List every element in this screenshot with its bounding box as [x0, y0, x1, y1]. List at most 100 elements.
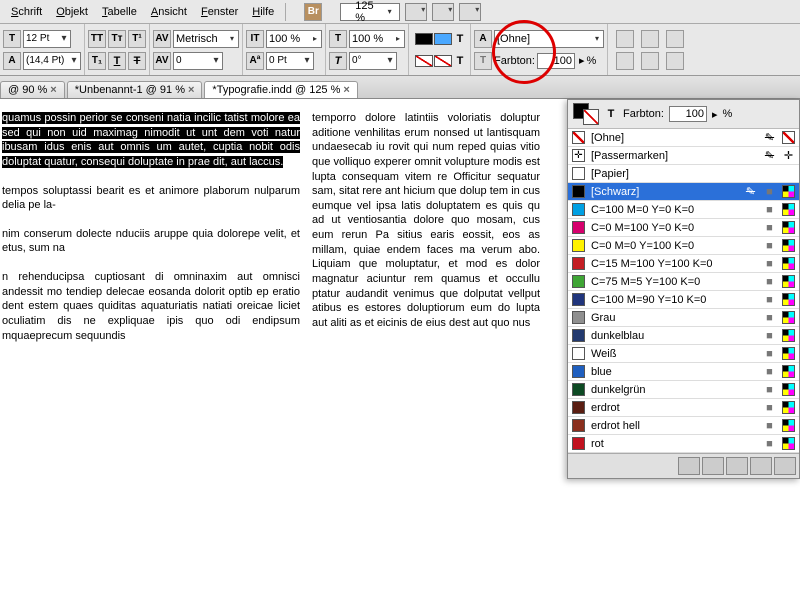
screen-mode-icon[interactable] — [405, 3, 427, 21]
paragraph[interactable]: nim conserum dolecte nduciis aruppe quia… — [2, 227, 300, 256]
menu-ansicht[interactable]: Ansicht — [144, 6, 194, 18]
strike-icon[interactable]: T — [128, 52, 146, 70]
swatch-row[interactable]: blue■ — [568, 363, 799, 381]
menu-hilfe[interactable]: Hilfe — [245, 6, 281, 18]
document-tabs: @ 90 %× *Unbenannt-1 @ 91 %× *Typografie… — [0, 76, 800, 99]
menu-fenster[interactable]: Fenster — [194, 6, 245, 18]
tab-2[interactable]: *Typografie.indd @ 125 %× — [204, 81, 357, 98]
superscript-icon[interactable]: T¹ — [128, 30, 146, 48]
panel-stroke-swatch[interactable] — [583, 109, 599, 125]
align-right-icon[interactable] — [666, 30, 684, 48]
view-options-icon[interactable] — [459, 3, 481, 21]
swatch-row[interactable]: Weiß■ — [568, 345, 799, 363]
new-swatch-icon[interactable] — [750, 457, 772, 475]
skew-input[interactable]: 0°▾ — [349, 52, 397, 70]
fill-swap[interactable] — [434, 33, 452, 45]
swatch-name: C=100 M=90 Y=10 K=0 — [591, 294, 757, 306]
stroke-swatch[interactable] — [415, 55, 433, 67]
arrange-icon[interactable] — [432, 3, 454, 21]
swatch-row[interactable]: C=15 M=100 Y=100 K=0■ — [568, 255, 799, 273]
swatch-row[interactable]: erdrot■ — [568, 399, 799, 417]
allcaps-icon[interactable]: TT — [88, 30, 106, 48]
tab-0[interactable]: @ 90 %× — [0, 81, 65, 98]
justify-right-icon[interactable] — [666, 52, 684, 70]
text-column-right[interactable]: temporro dolore latintiis voloriatis dol… — [310, 99, 550, 600]
menubar: Schrift Objekt Tabelle Ansicht Fenster H… — [0, 0, 800, 24]
selected-text[interactable]: quamus possin perior se conseni natia in… — [2, 112, 300, 168]
tint-unit: % — [587, 55, 597, 67]
swatch-row[interactable]: C=100 M=0 Y=0 K=0■ — [568, 201, 799, 219]
swatch-name: [Ohne] — [591, 132, 757, 144]
paragraph[interactable]: n rehenducipsa cuptiosant di omninaxim a… — [2, 270, 300, 343]
swatch-name: C=0 M=100 Y=0 K=0 — [591, 222, 757, 234]
zoom-select[interactable]: 125 %▾ — [340, 3, 400, 21]
bridge-icon[interactable]: Br — [304, 3, 322, 21]
swatch-row[interactable]: rot■ — [568, 435, 799, 453]
paragraph[interactable]: tempos soluptassi bearit es et animore p… — [2, 184, 300, 213]
fill-swatch[interactable] — [415, 33, 433, 45]
delete-swatch-icon[interactable] — [774, 457, 796, 475]
align-center-icon[interactable] — [641, 30, 659, 48]
menu-schrift[interactable]: Schrift — [4, 6, 49, 18]
swatch-row[interactable]: C=0 M=100 Y=0 K=0 ■ — [568, 219, 799, 237]
paragraph[interactable]: temporro dolore latintiis voloriatis dol… — [312, 111, 540, 330]
close-icon[interactable]: × — [343, 84, 349, 96]
cmyk-icon — [782, 329, 795, 342]
swatch-row[interactable]: C=100 M=90 Y=10 K=0 ■ — [568, 291, 799, 309]
swatch-row[interactable]: [Ohne]✎ — [568, 129, 799, 147]
spot-icon: ■ — [763, 383, 776, 396]
swatch-row[interactable]: [Papier] — [568, 165, 799, 183]
cmyk-icon — [782, 275, 795, 288]
stroke-swap[interactable] — [434, 55, 452, 67]
tracking-input[interactable]: 0▾ — [173, 52, 223, 70]
smallcaps-icon[interactable]: Tᴛ — [108, 30, 126, 48]
cmyk-icon — [782, 293, 795, 306]
font-size-input[interactable]: 12 Pt▾ — [23, 30, 71, 48]
swatch-row[interactable]: dunkelblau■ — [568, 327, 799, 345]
spot-icon: ■ — [763, 293, 776, 306]
menu-objekt[interactable]: Objekt — [49, 6, 95, 18]
show-gradient-icon[interactable] — [726, 457, 748, 475]
lock-icon: ✎ — [763, 149, 776, 162]
tab-1[interactable]: *Unbenannt-1 @ 91 %× — [67, 81, 203, 98]
spot-icon: ■ — [763, 419, 776, 432]
tint-input[interactable]: 100 — [537, 53, 575, 69]
underline-icon[interactable]: T — [108, 52, 126, 70]
vscale-input[interactable]: 100 %▸ — [266, 30, 322, 48]
spot-icon: ■ — [763, 275, 776, 288]
menu-tabelle[interactable]: Tabelle — [95, 6, 144, 18]
swatch-chip — [572, 221, 585, 234]
spot-icon: ■ — [763, 221, 776, 234]
swatch-chip — [572, 419, 585, 432]
swatch-chip — [572, 311, 585, 324]
align-left-icon[interactable] — [616, 30, 634, 48]
justify-left-icon[interactable] — [616, 52, 634, 70]
swatch-row[interactable]: Grau■ — [568, 309, 799, 327]
close-icon[interactable]: × — [188, 84, 194, 96]
apply-to-text-icon[interactable]: T — [453, 32, 467, 46]
swatch-row[interactable]: [Passermarken]✎✛ — [568, 147, 799, 165]
show-all-icon[interactable] — [678, 457, 700, 475]
cmyk-icon — [782, 203, 795, 216]
apply-text-icon[interactable]: T — [604, 107, 618, 121]
swatch-row[interactable]: dunkelgrün■ — [568, 381, 799, 399]
kerning-input[interactable]: Metrisch▾ — [173, 30, 239, 48]
panel-tint-input[interactable]: 100 — [669, 106, 707, 122]
swatch-row[interactable]: C=0 M=0 Y=100 K=0■ — [568, 237, 799, 255]
swatch-row[interactable]: erdrot hell■ — [568, 417, 799, 435]
swatch-name: C=0 M=0 Y=100 K=0 — [591, 240, 757, 252]
text-column-left[interactable]: quamus possin perior se conseni natia in… — [0, 99, 310, 600]
swatch-row[interactable]: C=75 M=5 Y=100 K=0■ — [568, 273, 799, 291]
subscript-icon[interactable]: T₁ — [88, 52, 106, 70]
hscale-input[interactable]: 100 %▸ — [349, 30, 405, 48]
leading-input[interactable]: (14,4 Pt)▾ — [23, 52, 81, 70]
justify-center-icon[interactable] — [641, 52, 659, 70]
cmyk-icon — [782, 383, 795, 396]
swatch-row[interactable]: [Schwarz]✎■ — [568, 183, 799, 201]
apply-to-stroke-icon[interactable]: T — [453, 54, 467, 68]
show-color-icon[interactable] — [702, 457, 724, 475]
close-icon[interactable]: × — [50, 84, 56, 96]
charstyle-select[interactable]: [Ohne]▾ — [494, 30, 604, 48]
baseline-input[interactable]: 0 Pt▾ — [266, 52, 314, 70]
swatches-list[interactable]: [Ohne]✎[Passermarken]✎✛[Papier][Schwarz]… — [568, 129, 799, 453]
